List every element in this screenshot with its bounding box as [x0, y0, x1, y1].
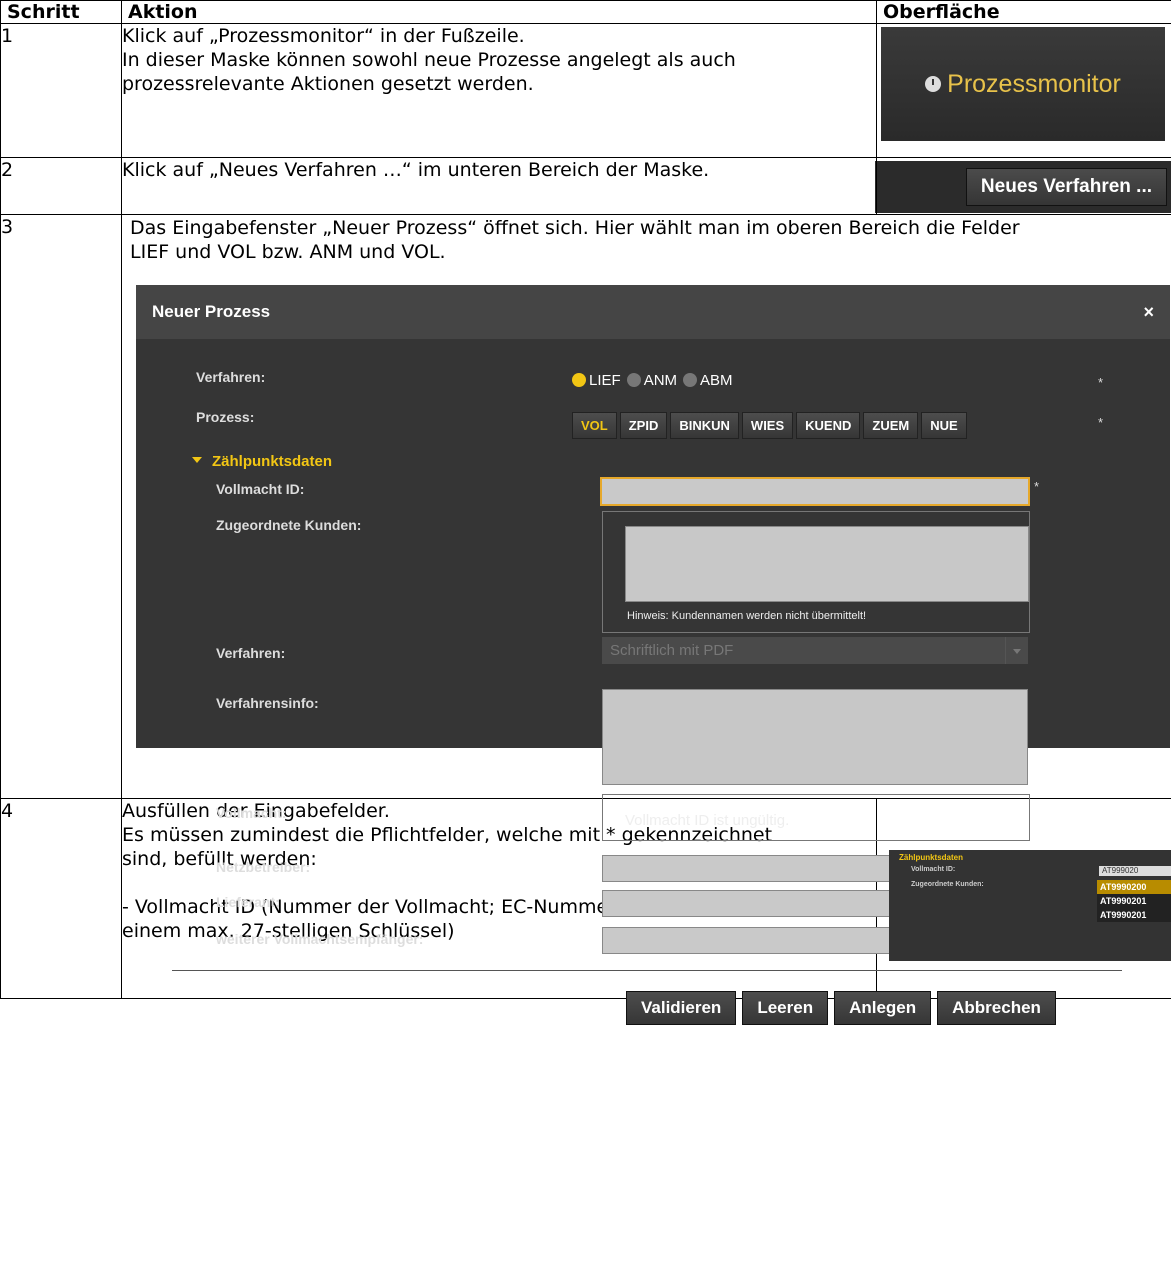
- mini-screenshot: Zählpunktsdaten Vollmacht ID: Zugeordnet…: [889, 850, 1171, 961]
- suggestion-item[interactable]: AT9990200: [1097, 880, 1171, 894]
- prozess-button-kuend[interactable]: KUEND: [796, 412, 861, 439]
- prozess-button-nue[interactable]: NUE: [921, 412, 967, 439]
- header-row: Schritt Aktion Oberfläche: [0, 0, 1171, 24]
- text-line: prozessrelevante Aktionen gesetzt werden…: [122, 73, 534, 95]
- verfahren-select-label: Verfahren:: [216, 645, 286, 661]
- prozess-button-binkun[interactable]: BINKUN: [670, 412, 739, 439]
- abbrechen-button[interactable]: Abbrechen: [937, 991, 1056, 1025]
- kunden-list[interactable]: [625, 526, 1029, 602]
- prozessmonitor-button[interactable]: Prozessmonitor: [881, 27, 1165, 141]
- section-title: Zählpunktsdaten: [212, 453, 333, 470]
- vollmachtsempfaenger-label: weiterer Vollmachtsempfänger:: [216, 931, 424, 947]
- select-value: Schriftlich mit PDF: [610, 642, 734, 659]
- dialog-title: Neuer Prozess: [152, 302, 271, 321]
- anlegen-button[interactable]: Anlegen: [834, 991, 932, 1025]
- radio-abm[interactable]: ABM: [683, 372, 733, 389]
- mini-section-title: Zählpunktsdaten: [899, 853, 964, 862]
- header-oberflaeche: Oberfläche: [876, 0, 1171, 24]
- required-mark: *: [1034, 479, 1040, 494]
- verfahren-radio-group: LIEF ANM ABM: [572, 372, 733, 389]
- verfahren-label: Verfahren:: [196, 369, 266, 385]
- ui-cell: Prozessmonitor: [876, 23, 1171, 158]
- prozess-button-zpid[interactable]: ZPID: [619, 412, 668, 439]
- netzbetreiber-label: Netzbetreiber:: [216, 859, 311, 875]
- chevron-down-icon: [1005, 637, 1028, 664]
- step-row-3: 3 Das Eingabefenster „Neuer Prozess“ öff…: [0, 214, 1171, 1025]
- required-mark: *: [1098, 375, 1104, 390]
- mini-suggestion-list: AT9990200 AT9990201 AT9990201: [1097, 880, 1171, 922]
- ui-cell: Neues Verfahren ...: [875, 157, 1171, 215]
- vollmacht-id-input[interactable]: [600, 477, 1030, 506]
- dialog-header: Neuer Prozess ×: [136, 285, 1170, 339]
- step-number: 2: [0, 157, 122, 215]
- vollmacht-status-box: Vollmacht ID ist ungültig.: [602, 794, 1030, 841]
- radio-icon: [683, 373, 698, 387]
- leeren-button[interactable]: Leeren: [742, 991, 829, 1025]
- divider: [172, 970, 1122, 971]
- text-line: LIEF und VOL bzw. ANM und VOL.: [130, 241, 446, 263]
- step-number: 3: [0, 214, 122, 799]
- step-text: Klick auf „Neues Verfahren …“ im unteren…: [121, 157, 877, 215]
- validieren-button[interactable]: Validieren: [626, 991, 737, 1025]
- required-mark: *: [1098, 415, 1104, 430]
- text-line: Klick auf „Prozessmonitor“ in der Fußzei…: [122, 25, 525, 47]
- section-zaehlpunktsdaten[interactable]: Zählpunktsdaten: [192, 453, 332, 470]
- radio-label: LIEF: [589, 372, 621, 389]
- text-line: In dieser Maske können sowohl neue Proze…: [122, 49, 736, 71]
- kunden-panel: Hinweis: Kundennamen werden nicht übermi…: [602, 511, 1030, 633]
- radio-lief[interactable]: LIEF: [572, 372, 621, 389]
- text-line: Klick auf „Neues Verfahren …“ im unteren…: [122, 159, 710, 181]
- zugeordnete-kunden-label: Zugeordnete Kunden:: [216, 517, 362, 533]
- verfahrensinfo-textarea[interactable]: [602, 689, 1028, 785]
- step-content: Das Eingabefenster „Neuer Prozess“ öffne…: [121, 214, 1171, 1025]
- verfahren-select[interactable]: Schriftlich mit PDF: [602, 637, 1028, 664]
- step-number: 4: [0, 798, 122, 999]
- vollmacht-label: Vollmacht:: [216, 805, 287, 821]
- suggestion-item[interactable]: AT9990201: [1097, 894, 1171, 908]
- radio-selected-icon: [572, 373, 586, 387]
- footer-buttons: Validieren Leeren Anlegen Abbrechen: [626, 991, 1056, 1025]
- radio-label: ABM: [700, 372, 733, 389]
- radio-anm[interactable]: ANM: [626, 372, 678, 389]
- prozess-button-vol[interactable]: VOL: [572, 412, 617, 439]
- vollmacht-status: Vollmacht ID ist ungültig.: [625, 812, 790, 829]
- step-number: 1: [0, 23, 122, 158]
- header-aktion: Aktion: [121, 0, 877, 24]
- chevron-down-icon: [192, 457, 202, 463]
- prozess-button-wies[interactable]: WIES: [741, 412, 794, 439]
- mini-kunden-label: Zugeordnete Kunden:: [911, 881, 984, 888]
- kunden-hint: Hinweis: Kundennamen werden nicht übermi…: [627, 610, 867, 622]
- radio-label: ANM: [643, 372, 678, 389]
- header-schritt: Schritt: [0, 0, 122, 24]
- neues-verfahren-area: Neues Verfahren ...: [875, 161, 1171, 213]
- neuer-prozess-dialog: Neuer Prozess × Verfahren: LIEF ANM ABM …: [136, 285, 1170, 1025]
- step-text: Klick auf „Prozessmonitor“ in der Fußzei…: [121, 23, 877, 158]
- step-row-2: 2 Klick auf „Neues Verfahren …“ im unter…: [0, 157, 1171, 215]
- verfahrensinfo-label: Verfahrensinfo:: [216, 695, 319, 711]
- prozessmonitor-label: Prozessmonitor: [947, 69, 1121, 98]
- suggestion-item[interactable]: AT9990201: [1097, 908, 1171, 922]
- step-text: Das Eingabefenster „Neuer Prozess“ öffne…: [122, 215, 1171, 265]
- mini-vollmacht-id-input[interactable]: AT999020: [1099, 866, 1171, 876]
- prozess-label: Prozess:: [196, 409, 255, 425]
- vollmacht-id-label: Vollmacht ID:: [216, 481, 305, 497]
- prozess-button-group: VOL ZPID BINKUN WIES KUEND ZUEM NUE: [572, 412, 967, 439]
- clock-icon: [925, 76, 942, 92]
- neues-verfahren-button[interactable]: Neues Verfahren ...: [965, 168, 1167, 206]
- prozess-button-zuem[interactable]: ZUEM: [863, 412, 919, 439]
- text-line: Das Eingabefenster „Neuer Prozess“ öffne…: [130, 217, 1020, 239]
- instruction-table: Schritt Aktion Oberfläche 1 Klick auf „P…: [0, 0, 1171, 1025]
- radio-icon: [626, 373, 641, 387]
- step-row-1: 1 Klick auf „Prozessmonitor“ in der Fußz…: [0, 23, 1171, 158]
- close-icon[interactable]: ×: [1143, 302, 1154, 323]
- mini-vollmacht-id-label: Vollmacht ID:: [911, 866, 956, 873]
- lieferant-label: Lieferant:: [216, 894, 280, 910]
